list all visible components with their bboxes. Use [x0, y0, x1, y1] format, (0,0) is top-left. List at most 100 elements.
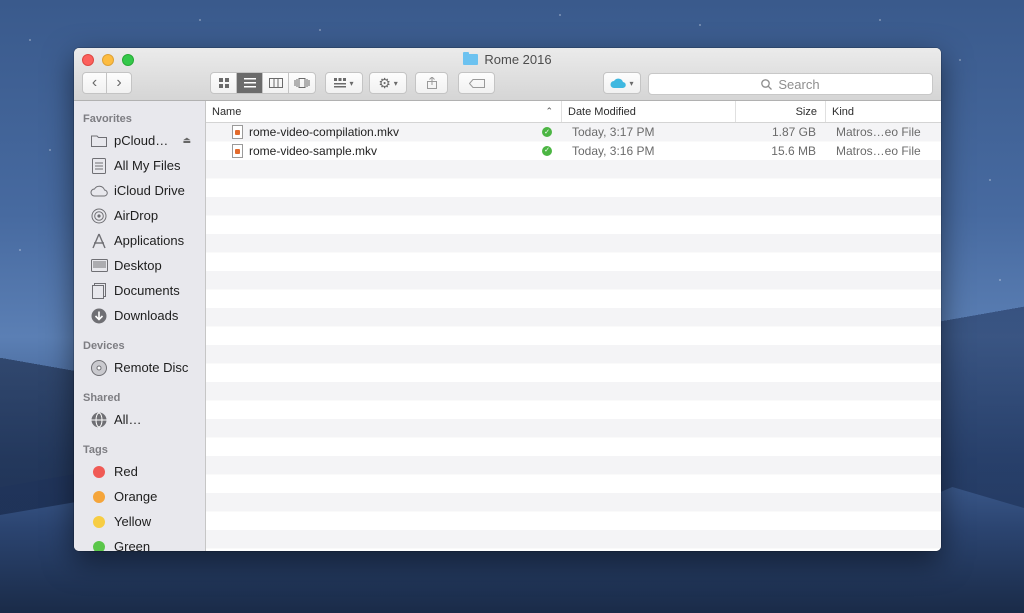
tags-button[interactable]: [458, 72, 495, 94]
list-view-button[interactable]: [237, 73, 263, 93]
window-title-text: Rome 2016: [484, 52, 552, 67]
cloud-icon: [90, 182, 108, 200]
sync-complete-icon: ✓: [542, 127, 552, 138]
gear-icon: ⚙: [378, 74, 391, 91]
icon-view-button[interactable]: [211, 73, 237, 93]
file-size: 15.6 MB: [771, 143, 816, 158]
sidebar-item-label: All…: [114, 412, 142, 427]
sidebar-item-label: All My Files: [114, 158, 181, 173]
file-kind: Matros…eo File: [836, 143, 921, 158]
titlebar: Rome 2016 ‹ › ▾ ⚙ ▾ ▾ Search: [74, 48, 941, 101]
file-date-modified: Today, 3:17 PM: [572, 125, 655, 140]
video-file-icon: [232, 125, 243, 140]
sidebar-tag-orange[interactable]: Orange: [74, 484, 205, 509]
sidebar-item-label: pCloud…: [114, 133, 169, 148]
folder-icon: [463, 52, 479, 65]
sidebar-item-downloads[interactable]: Downloads: [74, 303, 205, 328]
finder-window: Rome 2016 ‹ › ▾ ⚙ ▾ ▾ Search Favorites p…: [74, 48, 941, 551]
back-button[interactable]: ‹: [83, 73, 108, 93]
sidebar-tag-yellow[interactable]: Yellow: [74, 509, 205, 534]
sidebar-item-applications[interactable]: Applications: [74, 228, 205, 253]
network-icon: [90, 411, 108, 429]
window-title: Rome 2016: [74, 52, 941, 67]
column-header-kind[interactable]: Kind: [826, 101, 941, 122]
disc-icon: [90, 359, 108, 377]
tag-color-dot: [93, 540, 105, 551]
sync-complete-icon: ✓: [542, 145, 552, 156]
file-row[interactable]: rome-video-compilation.mkv ✓ Today, 3:17…: [206, 123, 941, 142]
column-header: Name ⌃ Date Modified Size Kind: [206, 101, 941, 123]
column-header-label: Name: [212, 105, 242, 118]
column-header-date-modified[interactable]: Date Modified: [562, 101, 736, 122]
chevron-down-icon: ▾: [393, 78, 398, 88]
sidebar-item-remote-disc[interactable]: Remote Disc: [74, 355, 205, 380]
sidebar-item-all-my-files[interactable]: All My Files: [74, 153, 205, 178]
applications-icon: [90, 232, 108, 250]
file-rows: rome-video-compilation.mkv ✓ Today, 3:17…: [206, 123, 941, 551]
file-name-cell: rome-video-sample.mkv ✓: [206, 143, 562, 158]
column-header-label: Size: [795, 105, 817, 118]
sidebar-item-label: Red: [114, 464, 138, 479]
tag-color-dot: [93, 490, 105, 503]
chevron-down-icon: ▾: [349, 78, 354, 88]
forward-button[interactable]: ›: [107, 73, 131, 93]
sort-ascending-icon: ⌃: [545, 106, 553, 116]
file-kind: Matros…eo File: [836, 125, 921, 140]
sidebar-item-label: Applications: [114, 233, 185, 248]
sidebar-section-tags: Tags: [83, 444, 108, 456]
arrange-button[interactable]: ▾: [325, 72, 363, 94]
sidebar-item-label: Downloads: [114, 308, 179, 323]
sidebar-item-icloud-drive[interactable]: iCloud Drive: [74, 178, 205, 203]
sidebar-item-label: Documents: [114, 283, 180, 298]
icon-view-icon: [218, 78, 229, 88]
tag-icon: [468, 78, 485, 88]
sidebar: Favorites pCloud… ⏏ All My Files iCloud …: [74, 101, 206, 551]
file-name-cell: rome-video-compilation.mkv ✓: [206, 125, 562, 140]
column-header-label: Kind: [832, 105, 855, 118]
eject-icon[interactable]: ⏏: [182, 135, 191, 146]
sidebar-tag-green[interactable]: Green: [74, 534, 205, 551]
sidebar-item-desktop[interactable]: Desktop: [74, 253, 205, 278]
share-icon: [426, 77, 437, 89]
sidebar-item-shared-all[interactable]: All…: [74, 407, 205, 432]
list-view-icon: [243, 78, 256, 88]
action-button[interactable]: ⚙ ▾: [369, 72, 407, 94]
column-view-button[interactable]: [263, 73, 289, 93]
search-placeholder: Search: [778, 76, 820, 92]
file-row[interactable]: rome-video-sample.mkv ✓ Today, 3:16 PM 1…: [206, 142, 941, 161]
cover-flow-view-button[interactable]: [289, 73, 315, 93]
sidebar-tag-red[interactable]: Red: [74, 459, 205, 484]
sidebar-item-label: Remote Disc: [114, 360, 189, 375]
all-files-icon: [90, 157, 108, 175]
column-header-size[interactable]: Size: [736, 101, 826, 122]
column-view-icon: [268, 78, 283, 88]
desktop-icon: [90, 257, 108, 275]
sidebar-item-label: AirDrop: [114, 208, 159, 223]
chevron-down-icon: ▾: [629, 78, 634, 88]
file-name: rome-video-sample.mkv: [249, 143, 378, 158]
chevron-right-icon: ›: [116, 74, 122, 91]
sidebar-item-pcloud[interactable]: pCloud… ⏏: [74, 128, 205, 153]
file-list: Name ⌃ Date Modified Size Kind rome-vide…: [206, 101, 941, 551]
navigation-buttons: ‹ ›: [82, 72, 132, 94]
chevron-left-icon: ‹: [91, 74, 98, 91]
search-icon: [761, 78, 773, 90]
tag-color-dot: [93, 465, 105, 478]
sidebar-item-documents[interactable]: Documents: [74, 278, 205, 303]
column-header-name[interactable]: Name ⌃: [206, 101, 562, 122]
sidebar-item-label: Yellow: [114, 514, 152, 529]
sidebar-item-label: Desktop: [114, 258, 162, 273]
sidebar-item-label: Orange: [114, 489, 158, 504]
sidebar-item-airdrop[interactable]: AirDrop: [74, 203, 205, 228]
pcloud-button[interactable]: ▾: [603, 72, 641, 94]
share-button[interactable]: [415, 72, 448, 94]
search-field[interactable]: Search: [648, 73, 933, 95]
sidebar-item-label: Green: [114, 539, 151, 551]
folder-icon: [90, 132, 108, 150]
column-header-label: Date Modified: [568, 105, 636, 118]
file-size: 1.87 GB: [771, 125, 816, 140]
downloads-icon: [90, 307, 108, 325]
toolbar: ‹ › ▾ ⚙ ▾ ▾ Search: [74, 72, 941, 96]
sidebar-section-devices: Devices: [83, 340, 125, 352]
file-date-modified: Today, 3:16 PM: [572, 143, 655, 158]
